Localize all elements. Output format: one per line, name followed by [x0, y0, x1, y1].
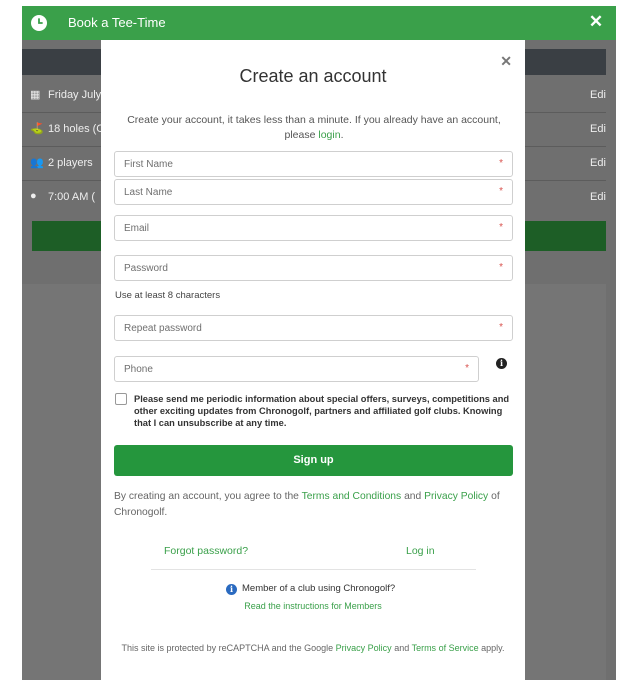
sign-up-button[interactable]: Sign up: [114, 445, 513, 476]
left-edge: [0, 0, 22, 680]
golfer-icon: ⛳: [30, 123, 44, 135]
clock-icon: [31, 15, 47, 31]
password-placeholder: Password: [124, 263, 168, 274]
background-edit-link[interactable]: Edi: [590, 191, 606, 203]
required-marker: *: [499, 186, 503, 197]
newsletter-checkbox[interactable]: [115, 393, 127, 405]
top-bar: Book a Tee-Time ✕: [22, 6, 616, 40]
clock-icon: ●: [30, 190, 37, 202]
repeat-password-field[interactable]: Repeat password *: [114, 315, 513, 341]
member-question: Member of a club using Chronogolf?: [242, 583, 396, 594]
required-marker: *: [499, 322, 503, 333]
email-field[interactable]: Email *: [114, 215, 513, 241]
required-marker: *: [499, 158, 503, 169]
log-in-link[interactable]: Log in: [406, 545, 435, 557]
google-terms-link[interactable]: Terms of Service: [412, 643, 479, 653]
page-title: Book a Tee-Time: [68, 15, 166, 30]
member-instructions-wrap: Read the instructions for Members: [101, 601, 525, 611]
auth-links: Forgot password? Log in: [151, 543, 476, 570]
recaptcha-and: and: [394, 643, 410, 653]
newsletter-consent-text: Please send me periodic information abou…: [134, 394, 510, 428]
last-name-field[interactable]: Last Name *: [114, 179, 513, 205]
intro-message: Create your account, it takes less than …: [127, 114, 501, 141]
phone-placeholder: Phone: [124, 364, 153, 375]
password-field[interactable]: Password *: [114, 255, 513, 281]
intro-period: .: [340, 129, 344, 141]
modal-title: Create an account: [239, 66, 387, 86]
close-icon[interactable]: ✕: [586, 11, 606, 33]
phone-field[interactable]: Phone *: [114, 356, 479, 382]
forgot-password-link[interactable]: Forgot password?: [164, 545, 248, 557]
recaptcha-prefix: This site is protected by reCAPTCHA and …: [121, 643, 334, 653]
info-icon[interactable]: i: [496, 358, 507, 369]
first-name-field[interactable]: First Name *: [114, 151, 513, 177]
terms-and-conditions-link[interactable]: Terms and Conditions: [302, 491, 402, 502]
terms-prefix: By creating an account, you agree to the: [114, 491, 299, 502]
players-icon: 👥: [30, 157, 44, 169]
create-account-modal: ✕ Create an account Create your account,…: [101, 40, 525, 680]
calendar-icon: ▦: [30, 89, 41, 101]
last-name-placeholder: Last Name: [124, 187, 173, 198]
privacy-policy-link[interactable]: Privacy Policy: [424, 491, 488, 502]
google-privacy-link[interactable]: Privacy Policy: [336, 643, 392, 653]
recaptcha-suffix: apply.: [481, 643, 505, 653]
member-instructions-link[interactable]: Read the instructions for Members: [244, 601, 382, 611]
password-hint: Use at least 8 characters: [115, 290, 221, 301]
background-edit-link[interactable]: Edi: [590, 89, 606, 101]
first-name-placeholder: First Name: [124, 159, 173, 170]
required-marker: *: [465, 363, 469, 374]
terms-and: and: [404, 491, 422, 502]
email-placeholder: Email: [124, 223, 150, 234]
terms-notice: By creating an account, you agree to the…: [114, 489, 519, 521]
repeat-password-placeholder: Repeat password: [124, 323, 202, 334]
intro-text: Create your account, it takes less than …: [113, 113, 515, 143]
recaptcha-notice: This site is protected by reCAPTCHA and …: [119, 641, 507, 655]
info-icon: i: [226, 584, 237, 595]
required-marker: *: [499, 262, 503, 273]
background-edit-link[interactable]: Edi: [590, 157, 606, 169]
login-link[interactable]: login: [318, 129, 340, 141]
required-marker: *: [499, 222, 503, 233]
background-edit-link[interactable]: Edi: [590, 123, 606, 135]
